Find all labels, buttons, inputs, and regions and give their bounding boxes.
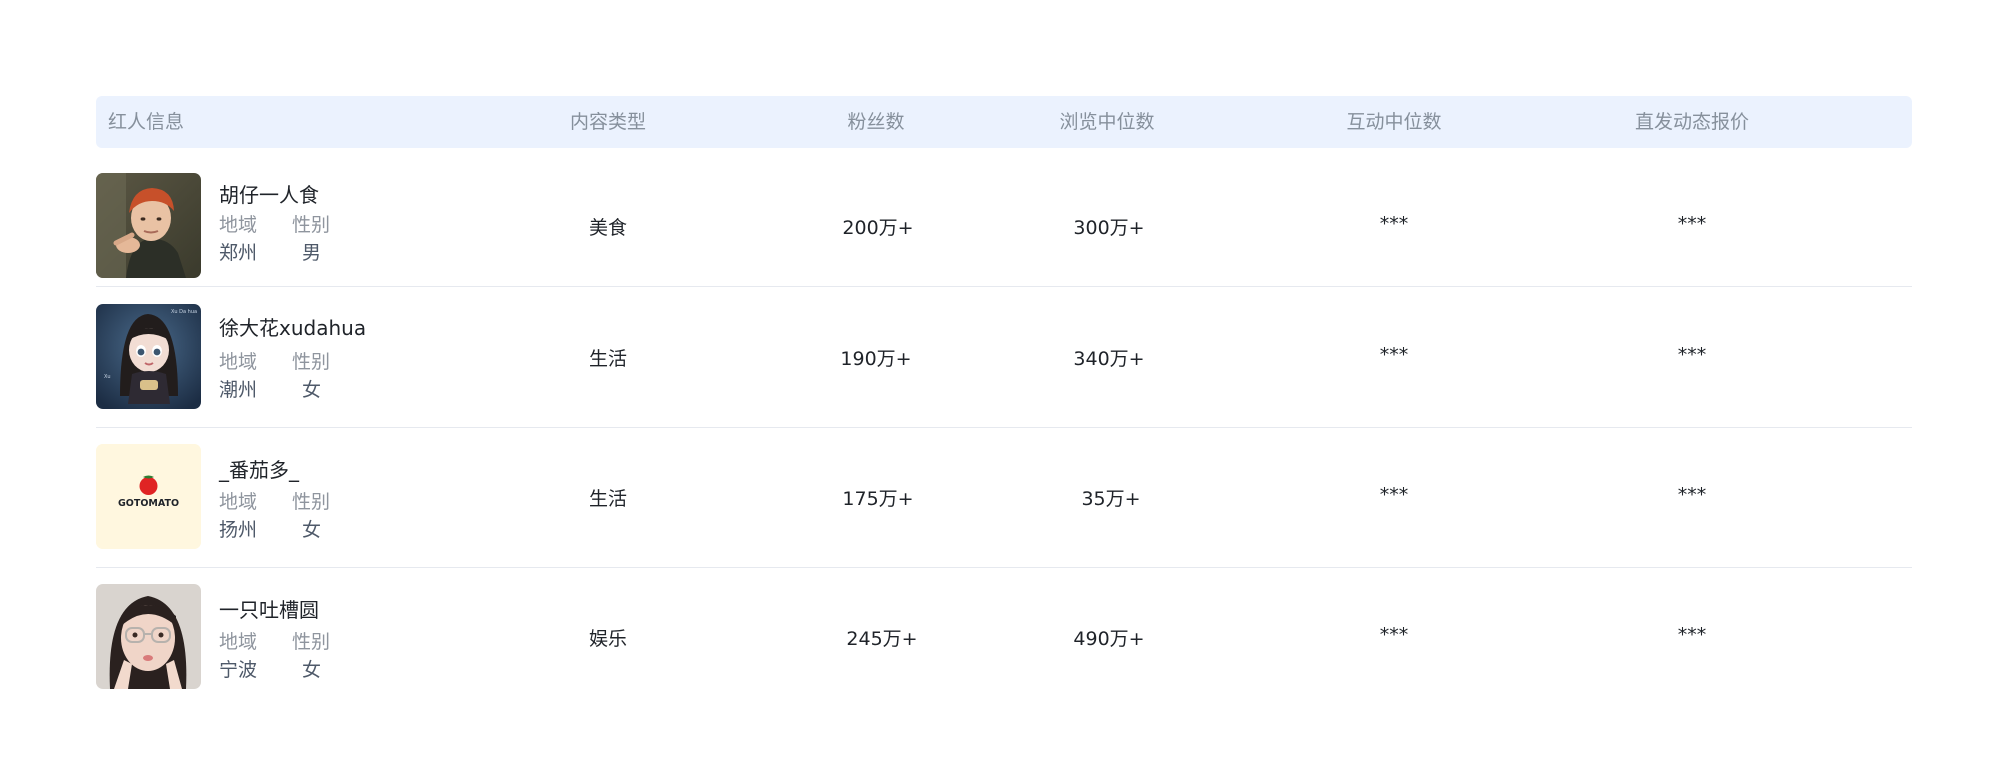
column-header-content-type: 内容类型 bbox=[569, 111, 647, 133]
content-type-cell: 生活 bbox=[588, 488, 628, 510]
fans-cell: 190万+ bbox=[840, 348, 912, 370]
gender-label: 性别 bbox=[292, 351, 331, 373]
avatar[interactable] bbox=[96, 173, 201, 278]
svg-text:Xu: Xu bbox=[104, 374, 111, 380]
gender-label: 性别 bbox=[292, 491, 331, 513]
column-header-fans: 粉丝数 bbox=[847, 111, 905, 133]
table-header: 红人信息 内容类型 粉丝数 浏览中位数 互动中位数 直发动态报价 bbox=[96, 96, 1912, 148]
column-header-price: 直发动态报价 bbox=[1634, 111, 1750, 133]
influencer-name[interactable]: 一只吐槽圆 bbox=[219, 594, 319, 623]
table-row[interactable]: 胡仔一人食 地域 性别 郑州 男 美食 200万+ 300万+ *** *** bbox=[96, 148, 1912, 287]
interaction-median-cell: *** bbox=[1379, 484, 1409, 506]
content-type-cell: 生活 bbox=[588, 348, 628, 370]
content-type-cell: 美食 bbox=[588, 217, 628, 239]
price-cell: *** bbox=[1677, 213, 1707, 235]
region-label: 地域 bbox=[219, 214, 258, 236]
region-label: 地域 bbox=[219, 491, 258, 513]
influencer-name[interactable]: 胡仔一人食 bbox=[219, 179, 319, 208]
fans-cell: 175万+ bbox=[842, 488, 914, 510]
svg-text:Xu Da hua: Xu Da hua bbox=[171, 309, 197, 315]
gender-label: 性别 bbox=[292, 214, 331, 236]
avatar[interactable]: GOTOMATO bbox=[96, 444, 201, 549]
gender-value: 女 bbox=[302, 519, 322, 541]
views-median-cell: 35万+ bbox=[1081, 488, 1141, 510]
fans-cell: 200万+ bbox=[842, 217, 914, 239]
price-cell: *** bbox=[1677, 344, 1707, 366]
table-row[interactable]: 一只吐槽圆 地域 性别 宁波 女 娱乐 245万+ 490万+ *** *** bbox=[96, 568, 1912, 698]
gotomato-logo-text: GOTOMATO bbox=[118, 498, 179, 509]
region-value: 潮州 bbox=[219, 379, 258, 401]
gender-value: 女 bbox=[302, 659, 322, 681]
interaction-median-cell: *** bbox=[1379, 213, 1409, 235]
table-row[interactable]: GOTOMATO _番茄多_ 地域 性别 扬州 女 生活 175万+ 35万+ … bbox=[96, 428, 1912, 568]
views-median-cell: 300万+ bbox=[1073, 217, 1145, 239]
influencer-table: 红人信息 内容类型 粉丝数 浏览中位数 互动中位数 直发动态报价 胡仔一人食 地… bbox=[96, 96, 1912, 698]
region-label: 地域 bbox=[219, 631, 258, 653]
content-type-cell: 娱乐 bbox=[588, 628, 628, 650]
column-header-info: 红人信息 bbox=[108, 111, 185, 133]
gotomato-logo-icon: GOTOMATO bbox=[96, 444, 201, 549]
column-header-views-median: 浏览中位数 bbox=[1059, 111, 1155, 133]
influencer-name[interactable]: 徐大花xudahua bbox=[219, 312, 366, 341]
fans-cell: 245万+ bbox=[846, 628, 918, 650]
views-median-cell: 490万+ bbox=[1073, 628, 1145, 650]
avatar[interactable]: Xu Da hua Xu bbox=[96, 304, 201, 409]
cartoon-girl-illustration-icon: Xu Da hua Xu bbox=[96, 304, 201, 409]
region-value: 宁波 bbox=[219, 659, 258, 681]
column-header-interaction-median: 互动中位数 bbox=[1346, 111, 1442, 133]
gender-label: 性别 bbox=[292, 631, 331, 653]
region-value: 郑州 bbox=[219, 242, 258, 264]
gender-value: 男 bbox=[302, 242, 322, 264]
gender-value: 女 bbox=[302, 379, 322, 401]
region-label: 地域 bbox=[219, 351, 258, 373]
table-row[interactable]: Xu Da hua Xu 徐大花xudahua 地域 性别 潮州 女 生活 19… bbox=[96, 287, 1912, 428]
girl-with-glasses-photo-icon bbox=[96, 584, 201, 689]
region-value: 扬州 bbox=[219, 519, 258, 541]
interaction-median-cell: *** bbox=[1379, 344, 1409, 366]
influencer-name[interactable]: _番茄多_ bbox=[219, 454, 299, 483]
price-cell: *** bbox=[1677, 624, 1707, 646]
avatar[interactable] bbox=[96, 584, 201, 689]
ginger-boy-photo-icon bbox=[96, 173, 201, 278]
views-median-cell: 340万+ bbox=[1073, 348, 1145, 370]
interaction-median-cell: *** bbox=[1379, 624, 1409, 646]
price-cell: *** bbox=[1677, 484, 1707, 506]
